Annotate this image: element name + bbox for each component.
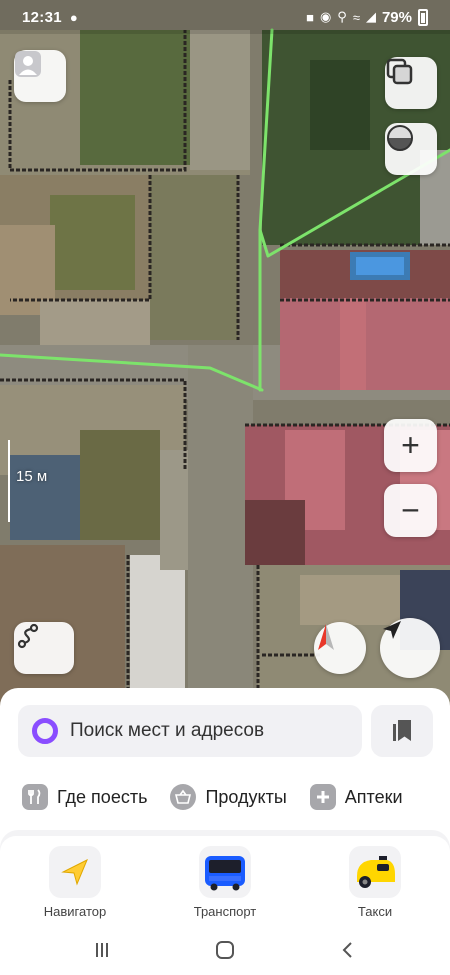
notification-icon: ■	[306, 9, 314, 25]
navigation-arrow-icon	[383, 621, 401, 639]
wifi-icon: ≈	[352, 9, 360, 25]
recent-apps-icon	[95, 943, 108, 957]
bookmarks-icon	[393, 720, 411, 741]
navigator-arrow-icon	[49, 846, 101, 898]
category-pharmacy[interactable]: Аптеки	[309, 784, 403, 810]
category-label: Аптеки	[344, 786, 403, 807]
home-icon	[215, 941, 234, 959]
profile-button[interactable]	[14, 50, 66, 102]
avatar-icon	[15, 51, 41, 77]
category-label: Где поесть	[57, 786, 148, 807]
category-label: Продукты	[205, 786, 287, 807]
app-navigator[interactable]: Навигатор	[20, 846, 130, 919]
signal-icon: ◢	[365, 9, 376, 24]
layers-button[interactable]	[385, 57, 437, 109]
plus-icon: +	[401, 427, 420, 463]
search-input[interactable]: Поиск мест и адресов	[18, 705, 362, 757]
half-circle-icon	[387, 125, 413, 151]
recent-apps-button[interactable]	[72, 930, 132, 970]
alice-voice-icon[interactable]	[32, 718, 58, 744]
battery-icon	[418, 8, 428, 26]
scale-label: 15 м	[16, 468, 48, 485]
back-button[interactable]	[318, 930, 378, 970]
route-button[interactable]	[14, 622, 74, 674]
taxi-icon	[349, 846, 401, 898]
route-icon	[17, 623, 39, 649]
minus-icon: −	[401, 492, 420, 528]
search-sheet: Поиск мест и адресов Где поесть Продукты…	[0, 688, 450, 830]
app-shortcuts-panel: Навигатор Транспорт Такси	[0, 830, 450, 925]
map-mode-button[interactable]	[385, 123, 437, 175]
status-icons: ■ ◉ ⚲ ≈ ◢ 79%	[306, 8, 428, 26]
battery-percent: 79%	[381, 8, 412, 26]
satellite-imagery	[0, 0, 450, 720]
category-food[interactable]: Где поесть	[22, 784, 147, 810]
plus-icon	[309, 784, 336, 810]
app-transport[interactable]: Транспорт	[170, 846, 280, 919]
satellite-map[interactable]: 15 м + −	[0, 0, 450, 720]
bus-icon	[199, 846, 251, 898]
app-label: Такси	[357, 904, 393, 919]
message-icon: ●	[69, 9, 78, 25]
scale-bar	[8, 440, 10, 522]
compass-icon	[318, 624, 334, 650]
app-shortcuts: Навигатор Транспорт Такси	[0, 836, 450, 925]
app-taxi[interactable]: Такси	[320, 846, 430, 919]
basket-icon	[170, 784, 197, 810]
compass-button[interactable]	[314, 622, 366, 674]
status-time: 12:31	[22, 8, 62, 26]
status-bar: 12:31 ● ■ ◉ ⚲ ≈ ◢ 79%	[0, 0, 450, 34]
zoom-in-button[interactable]: +	[384, 419, 437, 472]
app-label: Навигатор	[43, 904, 107, 919]
zoom-out-button[interactable]: −	[384, 484, 437, 537]
my-location-button[interactable]	[380, 618, 440, 678]
fork-knife-icon	[22, 784, 48, 810]
map-scale: 15 м	[8, 440, 68, 522]
location-icon: ⚲	[337, 9, 347, 24]
system-nav-bar	[0, 925, 450, 975]
category-chips: Где поесть Продукты Аптеки	[22, 784, 426, 810]
home-button[interactable]	[195, 930, 255, 970]
layers-icon	[386, 58, 413, 85]
record-icon: ◉	[319, 9, 332, 24]
app-label: Транспорт	[193, 904, 257, 919]
category-groceries[interactable]: Продукты	[170, 784, 287, 810]
bookmarks-button[interactable]	[371, 705, 433, 757]
search-placeholder: Поиск мест и адресов	[70, 720, 265, 741]
back-icon	[342, 942, 353, 958]
